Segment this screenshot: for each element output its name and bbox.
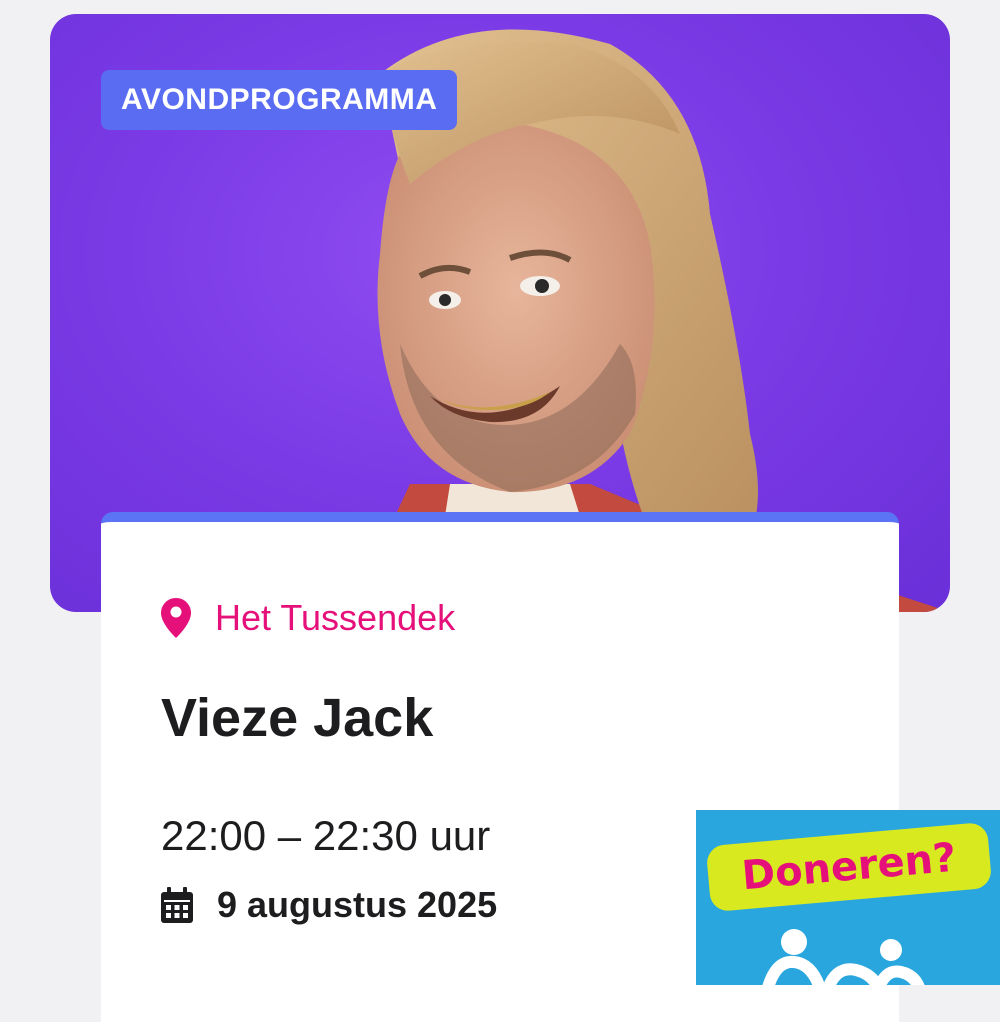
calendar-icon [161,887,193,923]
donate-button[interactable]: Doneren? [705,821,993,913]
map-pin-icon [161,598,191,638]
people-logo-icon [762,929,925,985]
event-title: Vieze Jack [161,688,434,748]
donate-widget[interactable]: Doneren? [696,810,1000,985]
event-location[interactable]: Het Tussendek [161,597,455,639]
category-tag: AVONDPROGRAMMA [101,70,458,130]
location-label: Het Tussendek [215,597,456,638]
date-label: 9 augustus 2025 [217,884,498,925]
event-time: 22:00 – 22:30 uur [161,812,491,859]
event-date: 9 augustus 2025 [161,884,497,926]
